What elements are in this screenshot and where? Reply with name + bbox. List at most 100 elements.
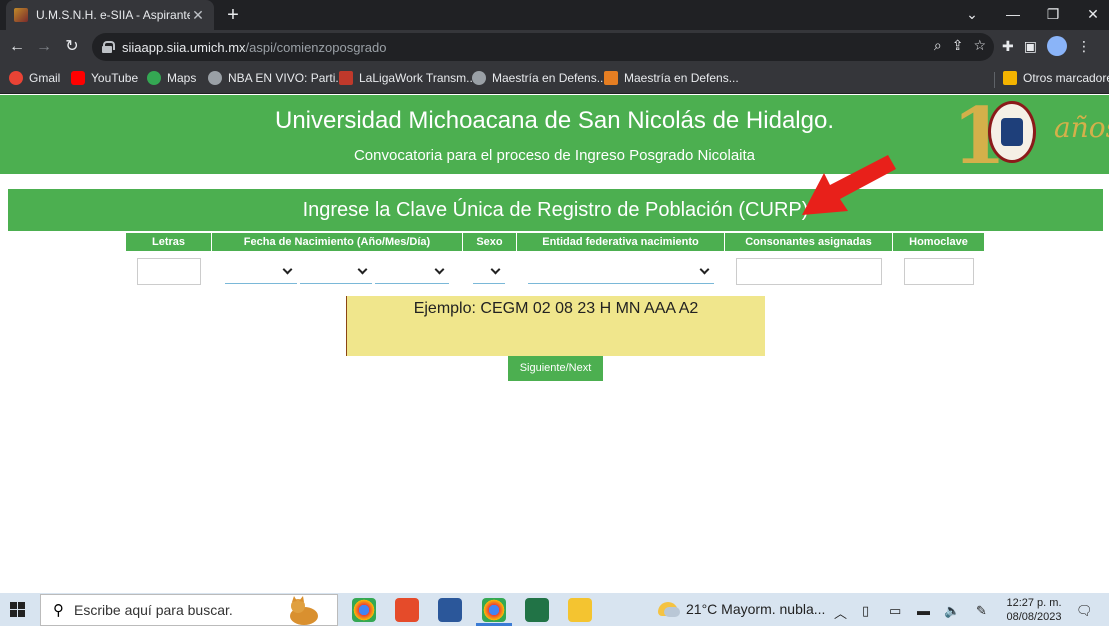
weather-widget[interactable]: 21°C Mayorm. nubla... — [658, 601, 825, 617]
curp-heading: Ingrese la Clave Única de Registro de Po… — [8, 189, 1103, 231]
tab-search-button[interactable]: ⌄ — [952, 0, 992, 30]
tab-title: U.M.S.N.H. e-SIIA - Aspirantes — [36, 8, 190, 22]
header-consonantes: Consonantes asignadas — [725, 233, 892, 251]
extensions-puzzle-icon[interactable]: ✚ — [1002, 38, 1014, 55]
chrome-taskbar-icon[interactable] — [352, 598, 376, 622]
laliga-icon — [339, 71, 353, 85]
lock-icon[interactable] — [102, 41, 115, 53]
web-page: Universidad Michoacana de San Nicolás de… — [0, 91, 1109, 593]
chevron-down-icon — [699, 264, 710, 275]
close-window-button[interactable]: ✕ — [1073, 0, 1109, 30]
curp-example-box: Ejemplo: CEGM 02 08 23 H MN AAA A2 — [346, 296, 765, 356]
url-host: siiaapp.siia.umich.mx — [122, 39, 246, 55]
device-icon[interactable]: ▯ — [862, 603, 869, 619]
clock-date: 08/08/2023 — [1006, 611, 1062, 623]
bookmark-youtube[interactable]: YouTube — [71, 71, 138, 85]
cat-illustration-icon — [290, 596, 318, 625]
bookmark-label: YouTube — [91, 71, 139, 85]
show-hidden-icons-chevron-icon[interactable]: ︿ — [834, 603, 847, 622]
browser-tab-strip: U.M.S.N.H. e-SIIA - Aspirantes ✕ + ⌄ — ❐… — [0, 0, 1109, 30]
bookmark-gmail[interactable]: Gmail — [9, 71, 60, 85]
consonantes-input[interactable] — [736, 258, 882, 285]
bookmark-maestria-1[interactable]: Maestría en Defens... — [472, 71, 607, 85]
header-fecha: Fecha de Nacimiento (Año/Mes/Día) — [212, 233, 462, 251]
profile-avatar[interactable] — [1046, 36, 1067, 56]
bookmark-star-icon[interactable]: ☆ — [973, 37, 986, 54]
youtube-icon — [71, 71, 85, 85]
back-arrow-icon[interactable]: ← — [6, 36, 28, 58]
tab-close-icon[interactable]: ✕ — [190, 7, 206, 24]
office-taskbar-icon[interactable] — [395, 598, 419, 622]
pen-icon[interactable]: ✎ — [976, 603, 987, 619]
search-icon: ⚲ — [53, 602, 64, 619]
globe-icon — [208, 71, 222, 85]
file-explorer-taskbar-icon[interactable] — [568, 598, 592, 622]
chevron-down-icon — [282, 264, 293, 275]
month-select[interactable] — [300, 260, 372, 284]
forward-arrow-icon[interactable]: → — [33, 36, 55, 58]
battery-icon[interactable]: ▬ — [917, 603, 930, 618]
menu-kebab-icon[interactable]: ⋮ — [1077, 38, 1091, 55]
site-favicon-icon — [14, 8, 28, 22]
clock-time: 12:27 p. m. — [1006, 597, 1062, 609]
bookmark-maestria-2[interactable]: Maestría en Defens... — [604, 71, 739, 85]
network-icon[interactable]: ▭ — [889, 603, 901, 619]
other-bookmarks-folder[interactable]: Otros marcadores — [1003, 71, 1109, 85]
bookmark-laliga[interactable]: LaLigaWork Transm... — [339, 71, 476, 85]
windows-start-icon[interactable] — [10, 602, 25, 617]
bookmark-label: Gmail — [29, 71, 61, 85]
chevron-down-icon — [490, 264, 501, 275]
maps-pin-icon — [147, 71, 161, 85]
red-arrow-icon — [802, 155, 896, 215]
seal-icon — [472, 71, 486, 85]
entidad-select[interactable] — [528, 260, 714, 284]
google-icon — [9, 71, 23, 85]
notifications-icon[interactable]: 🗨 — [1076, 603, 1093, 619]
excel-taskbar-icon[interactable] — [525, 598, 549, 622]
bookmark-separator — [994, 72, 995, 88]
orange-logo-icon — [604, 71, 618, 85]
zoom-icon[interactable]: ⌕ — [934, 37, 942, 54]
university-banner: Universidad Michoacana de San Nicolás de… — [0, 91, 1109, 182]
bookmark-label: LaLigaWork Transm... — [359, 71, 477, 85]
address-bar[interactable]: siiaapp.siia.umich.mx /aspi/comienzoposg… — [92, 33, 994, 61]
share-icon[interactable]: ⇪ — [952, 37, 964, 54]
folder-icon — [1003, 71, 1017, 85]
bookmark-maps[interactable]: Maps — [147, 71, 196, 85]
university-seal-icon — [988, 101, 1036, 163]
call-subtitle: Convocatoria para el proceso de Ingreso … — [353, 147, 756, 164]
bookmark-label: Maestría en Defens... — [624, 71, 739, 85]
word-taskbar-icon[interactable] — [438, 598, 462, 622]
header-letras: Letras — [126, 233, 211, 251]
chevron-down-icon — [434, 264, 445, 275]
homoclave-input[interactable] — [904, 258, 974, 285]
minimize-button[interactable]: — — [993, 0, 1033, 30]
sexo-select[interactable] — [473, 260, 505, 284]
restore-button[interactable]: ❐ — [1033, 0, 1073, 30]
chevron-down-icon — [357, 264, 368, 275]
centenary-logo: 1 años — [952, 91, 1109, 182]
logo-anos-text: años — [1054, 111, 1109, 144]
side-panel-icon[interactable]: ▣ — [1024, 38, 1037, 55]
day-select[interactable] — [375, 260, 449, 284]
volume-icon[interactable]: 🔈 — [944, 603, 960, 619]
bookmark-label: Otros marcadores — [1023, 71, 1109, 85]
header-sexo: Sexo — [463, 233, 516, 251]
new-tab-button[interactable]: + — [222, 4, 244, 26]
chrome-active-taskbar-icon[interactable] — [482, 598, 506, 622]
taskbar-clock[interactable]: 12:27 p. m. 08/08/2023 — [1001, 596, 1067, 624]
bookmark-label: Maestría en Defens... — [492, 71, 607, 85]
year-select[interactable] — [225, 260, 297, 284]
browser-tab[interactable]: U.M.S.N.H. e-SIIA - Aspirantes ✕ — [6, 0, 214, 30]
letras-input[interactable] — [137, 258, 201, 285]
header-entidad: Entidad federativa nacimiento — [517, 233, 724, 251]
reload-icon[interactable]: ↻ — [61, 36, 83, 58]
windows-taskbar: ⚲ Escribe aquí para buscar. — [0, 593, 1109, 626]
bookmark-label: NBA EN VIVO: Parti... — [228, 71, 346, 85]
taskbar-search-placeholder: Escribe aquí para buscar. — [74, 602, 233, 618]
bookmarks-bar: Gmail YouTube Maps NBA EN VIVO: Parti...… — [0, 64, 1109, 94]
bookmark-nba[interactable]: NBA EN VIVO: Parti... — [208, 71, 345, 85]
cloudy-sun-icon — [658, 602, 680, 617]
next-button[interactable]: Siguiente/Next — [508, 356, 603, 381]
weather-text: 21°C Mayorm. nubla... — [686, 601, 826, 617]
